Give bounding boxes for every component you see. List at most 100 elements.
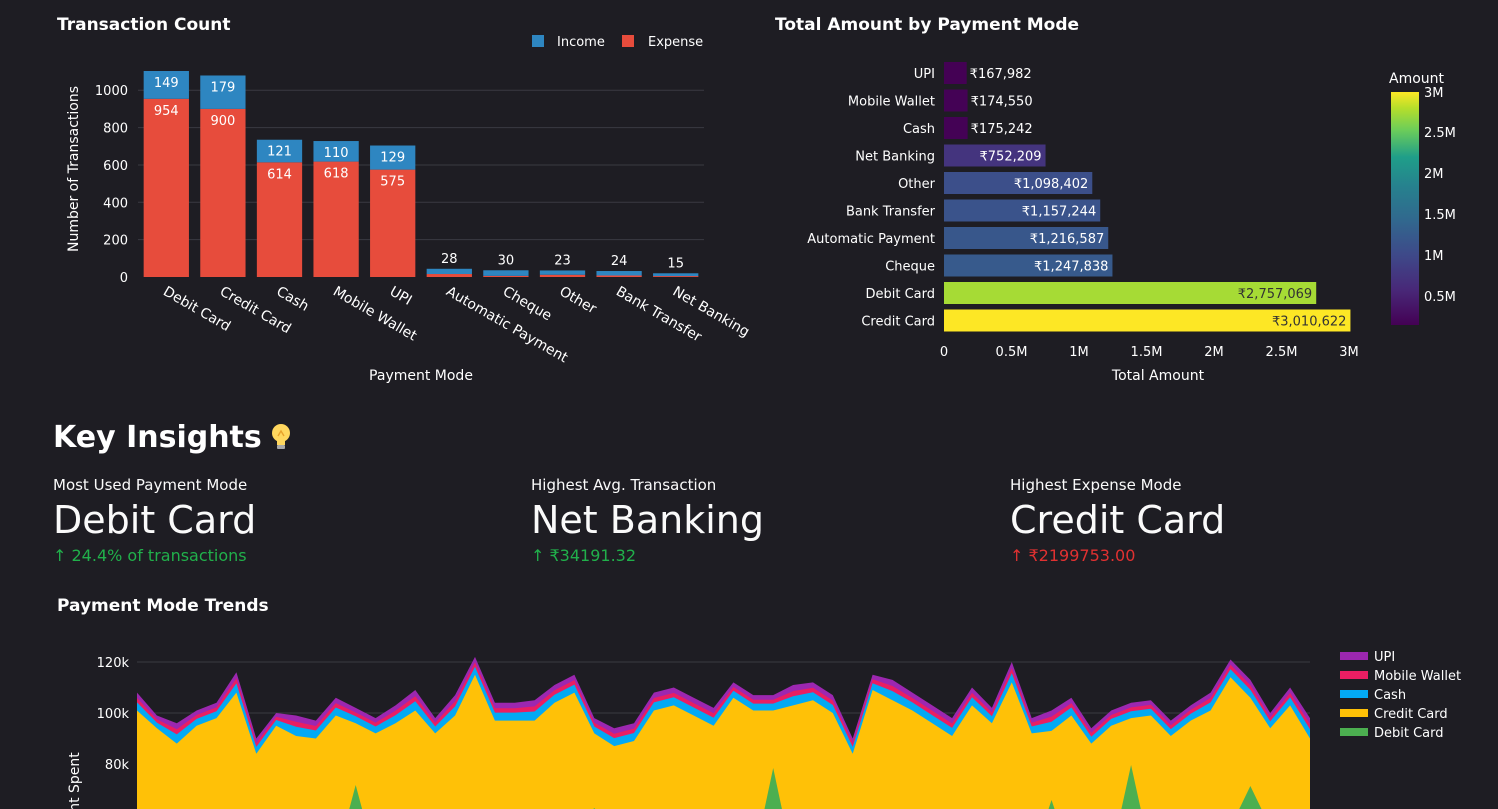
- y-tick-label: Bank Transfer: [846, 205, 936, 220]
- metric-label: Highest Expense Mode: [1010, 476, 1182, 494]
- data-label-income: 129: [380, 151, 405, 166]
- metric-delta: ↑ 24.4% of transactions: [53, 546, 256, 565]
- y-tick-label: Automatic Payment: [807, 232, 935, 247]
- colorbar-title: Amount: [1389, 71, 1445, 87]
- metric-delta: ↑ ₹34191.32: [531, 546, 764, 565]
- total-amount-chart: Total Amount by Payment Mode UPI ₹167,982…: [775, 15, 1456, 384]
- data-label-income: 179: [210, 80, 235, 95]
- data-label-income: 30: [498, 253, 515, 268]
- metric-highest-expense: Highest Expense Mode Credit Card ↑ ₹2199…: [1010, 476, 1225, 565]
- x-tick-label: 2M: [1204, 345, 1224, 360]
- key-insights-heading: Key Insights: [53, 420, 292, 455]
- tx-chart-title: Transaction Count: [57, 15, 231, 35]
- amount-data-label: ₹167,982: [970, 67, 1032, 82]
- legend-expense-swatch: [622, 35, 634, 47]
- metric-label: Highest Avg. Transaction: [531, 476, 717, 494]
- trends-y-axis-label: nt Spent: [67, 752, 83, 809]
- metric-delta: ↑ ₹2199753.00: [1010, 546, 1225, 565]
- bar-expense: [200, 108, 246, 277]
- metric-value: Credit Card: [1010, 498, 1226, 542]
- legend-swatch: [1340, 690, 1368, 698]
- data-label-income: 15: [667, 256, 684, 271]
- data-label-expense: 575: [380, 175, 405, 190]
- x-tick-label: 1M: [1069, 345, 1089, 360]
- key-insights-title: Key Insights: [53, 420, 262, 455]
- metric-highest-avg: Highest Avg. Transaction Net Banking ↑ ₹…: [531, 476, 764, 565]
- metric-delta-text: ₹2199753.00: [1028, 546, 1136, 565]
- colorbar-tick-label: 3M: [1424, 86, 1444, 101]
- bar-expense: [143, 98, 189, 277]
- x-tick-label: 0: [940, 345, 948, 360]
- data-label-income: 121: [267, 145, 292, 160]
- colorbar-tick-label: 0.5M: [1424, 290, 1456, 305]
- legend-label: Cash: [1374, 688, 1406, 703]
- y-tick-label: Cash: [903, 122, 935, 137]
- data-label-income: 24: [611, 254, 628, 269]
- x-tick-label: 3M: [1339, 345, 1359, 360]
- bar-expense: [426, 274, 472, 277]
- metric-value: Debit Card: [53, 498, 257, 542]
- data-label-expense: 614: [267, 167, 292, 182]
- bar-expense: [483, 275, 529, 277]
- data-label-expense: 618: [324, 167, 349, 182]
- transaction-count-chart: Transaction Count Income Expense 0 200 400…: [57, 15, 752, 384]
- colorbar-ticks: 3M 2.5M 2M 1.5M 1M 0.5M: [1424, 86, 1456, 305]
- y-tick-label: 80k: [105, 758, 130, 773]
- y-tick-label: 120k: [97, 656, 130, 671]
- metric-most-used: Most Used Payment Mode Debit Card ↑ 24.4…: [53, 476, 256, 565]
- colorbar-tick-label: 1M: [1424, 249, 1444, 264]
- data-label-income: 23: [554, 253, 571, 268]
- bar-expense: [653, 276, 699, 277]
- amount-data-label: ₹2,757,069: [1238, 287, 1312, 302]
- amount-x-tick-labels: 0 0.5M 1M 1.5M 2M 2.5M 3M: [940, 345, 1359, 360]
- y-tick-label: Cheque: [885, 260, 935, 275]
- x-tick-label: 1.5M: [1131, 345, 1163, 360]
- data-label-income: 28: [441, 252, 458, 267]
- amount-data-label: ₹175,242: [971, 122, 1033, 137]
- amount-bar: [944, 117, 968, 139]
- amount-data-label: ₹1,098,402: [1014, 177, 1088, 192]
- tx-y-axis-label: Number of Transactions: [66, 86, 82, 252]
- metric-delta-text: ₹34191.32: [549, 546, 637, 565]
- y-tick-label: Net Banking: [855, 150, 935, 165]
- metric-value: Net Banking: [531, 498, 764, 542]
- amount-data-label: ₹1,247,838: [1034, 260, 1108, 275]
- legend-label: UPI: [1374, 650, 1395, 665]
- tx-x-tick-labels: Debit CardCredit CardCash Mobile WalletUP…: [160, 284, 752, 367]
- y-tick-label: Debit Card: [865, 287, 935, 302]
- x-tick-label: 2.5M: [1266, 345, 1298, 360]
- tx-legend: Income Expense: [532, 35, 703, 50]
- amount-colorbar: Amount 3M 2.5M 2M 1.5M 1M 0.5M: [1389, 71, 1456, 325]
- legend-swatch: [1340, 652, 1368, 660]
- y-tick-label: Other: [898, 177, 936, 192]
- y-tick-label: Mobile Wallet: [848, 95, 935, 110]
- trends-legend: UPI Mobile Wallet Cash Credit Card Debit Car…: [1340, 650, 1461, 741]
- bar-income: [539, 270, 586, 275]
- legend-income-swatch: [532, 35, 544, 47]
- data-label-expense: 900: [210, 114, 235, 129]
- x-tick-label: Cash: [274, 284, 312, 315]
- bar-income: [426, 268, 472, 275]
- arrow-up-icon: ↑: [53, 546, 67, 565]
- colorbar-tick-label: 2.5M: [1424, 126, 1456, 141]
- data-label-income: 149: [154, 76, 179, 91]
- tx-bars: 954 149 900 179 614 121 618 110 575 129 28 30 23 24 15: [143, 71, 699, 277]
- y-tick-label: UPI: [914, 67, 935, 82]
- charts-canvas: Transaction Count Income Expense 0 200 400…: [57, 15, 1461, 809]
- amount-chart-title: Total Amount by Payment Mode: [775, 15, 1079, 35]
- bar-expense: [539, 274, 586, 277]
- colorbar-gradient: [1391, 92, 1419, 325]
- metric-label: Most Used Payment Mode: [53, 476, 248, 494]
- y-tick-label: 200: [103, 234, 128, 249]
- bar-income: [596, 271, 642, 276]
- trends-chart: Payment Mode Trends 120k 100k 80k nt Spent…: [57, 596, 1461, 809]
- legend-label: Debit Card: [1374, 726, 1444, 741]
- data-label-expense: 954: [154, 104, 179, 119]
- x-tick-label: 0.5M: [996, 345, 1028, 360]
- arrow-up-icon: ↑: [1010, 546, 1024, 565]
- tx-x-axis-label: Payment Mode: [369, 368, 473, 384]
- amount-bar: [944, 62, 967, 84]
- amount-data-label: ₹1,157,244: [1022, 205, 1096, 220]
- amount-data-label: ₹752,209: [980, 150, 1042, 165]
- legend-swatch: [1340, 709, 1368, 717]
